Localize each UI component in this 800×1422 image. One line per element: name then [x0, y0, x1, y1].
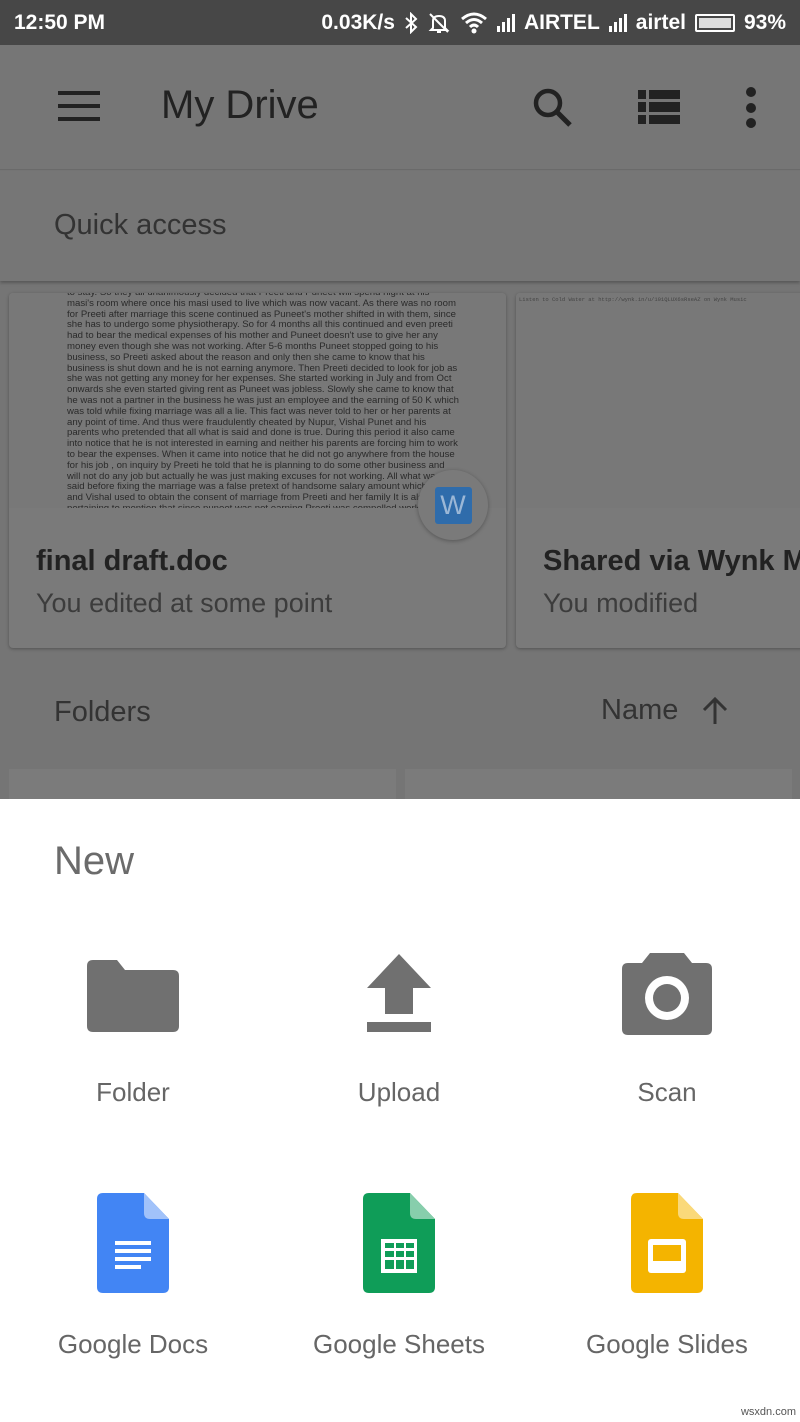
folder-tile[interactable] [405, 769, 792, 800]
upload-icon [367, 954, 431, 1032]
upload-button[interactable]: Upload [266, 949, 532, 1108]
word-icon: W [434, 486, 472, 524]
folder-icon [87, 960, 179, 1032]
file-subtitle: You modified [543, 588, 699, 618]
bluetooth-icon [405, 11, 418, 34]
camera-icon [622, 953, 712, 1035]
network-speed: 0.03K/s [321, 10, 395, 34]
battery-icon [694, 13, 735, 32]
quick-access-card[interactable]: to stay. So they all unanimously decided… [9, 293, 506, 648]
app-bar: My Drive [0, 45, 800, 170]
google-slides-icon [631, 1193, 703, 1293]
option-label: Upload [357, 1077, 441, 1107]
sheet-title: New [54, 839, 135, 883]
watermark: wsxdn.com [740, 1406, 796, 1418]
quick-access-header: Quick access [0, 171, 800, 281]
more-vert-icon[interactable] [740, 85, 762, 130]
quick-access-card[interactable]: Listen to Cold Water at http://wynk.in/u… [516, 293, 800, 648]
google-docs-icon [97, 1193, 169, 1293]
file-preview: Listen to Cold Water at http://wynk.in/u… [516, 293, 800, 508]
google-sheets-button[interactable]: Google Sheets [266, 1193, 532, 1360]
sort-label: Name [601, 694, 679, 726]
google-sheets-icon [363, 1193, 435, 1293]
file-title: Shared via Wynk Music [543, 545, 800, 577]
menu-icon[interactable] [58, 91, 100, 121]
folder-tile[interactable] [9, 769, 396, 800]
battery-level: 93% [743, 10, 786, 34]
option-label: Google Slides [586, 1329, 748, 1359]
scan-button[interactable]: Scan [534, 949, 800, 1108]
google-docs-button[interactable]: Google Docs [0, 1193, 266, 1360]
quick-access-label: Quick access [54, 209, 227, 241]
google-slides-button[interactable]: Google Slides [534, 1193, 800, 1360]
word-file-badge: W [418, 470, 488, 540]
sort-button[interactable]: Name [601, 694, 730, 727]
new-folder-button[interactable]: Folder [0, 949, 266, 1108]
wifi-icon [460, 12, 487, 33]
option-label: Folder [96, 1077, 170, 1107]
muted-bell-icon [428, 12, 450, 33]
list-view-icon[interactable] [638, 90, 680, 124]
status-time: 12:50 PM [14, 10, 106, 34]
file-subtitle: You edited at some point [36, 588, 333, 618]
new-bottom-sheet: New Folder Upload Scan Google Docs Googl… [0, 799, 800, 1422]
screen: 12:50 PM 0.03K/s AIRTEL airtel 93% My Dr… [0, 0, 800, 1422]
option-label: Scan [637, 1077, 697, 1107]
carrier-1: AIRTEL [523, 10, 600, 34]
page-title: My Drive [161, 83, 319, 127]
document-preview-text: Listen to Cold Water at http://wynk.in/u… [519, 296, 747, 303]
folders-label: Folders [54, 696, 151, 728]
search-icon[interactable] [530, 85, 575, 130]
option-label: Google Sheets [312, 1329, 485, 1359]
arrow-up-icon [703, 696, 728, 724]
file-title: final draft.doc [36, 545, 228, 577]
option-label: Google Docs [57, 1329, 209, 1359]
document-preview-text: to stay. So they all unanimously decided… [67, 293, 459, 508]
carrier-2: airtel [635, 10, 686, 34]
signal-icon [496, 13, 515, 32]
status-bar: 12:50 PM 0.03K/s AIRTEL airtel 93% [0, 0, 800, 45]
signal-icon [608, 13, 627, 32]
